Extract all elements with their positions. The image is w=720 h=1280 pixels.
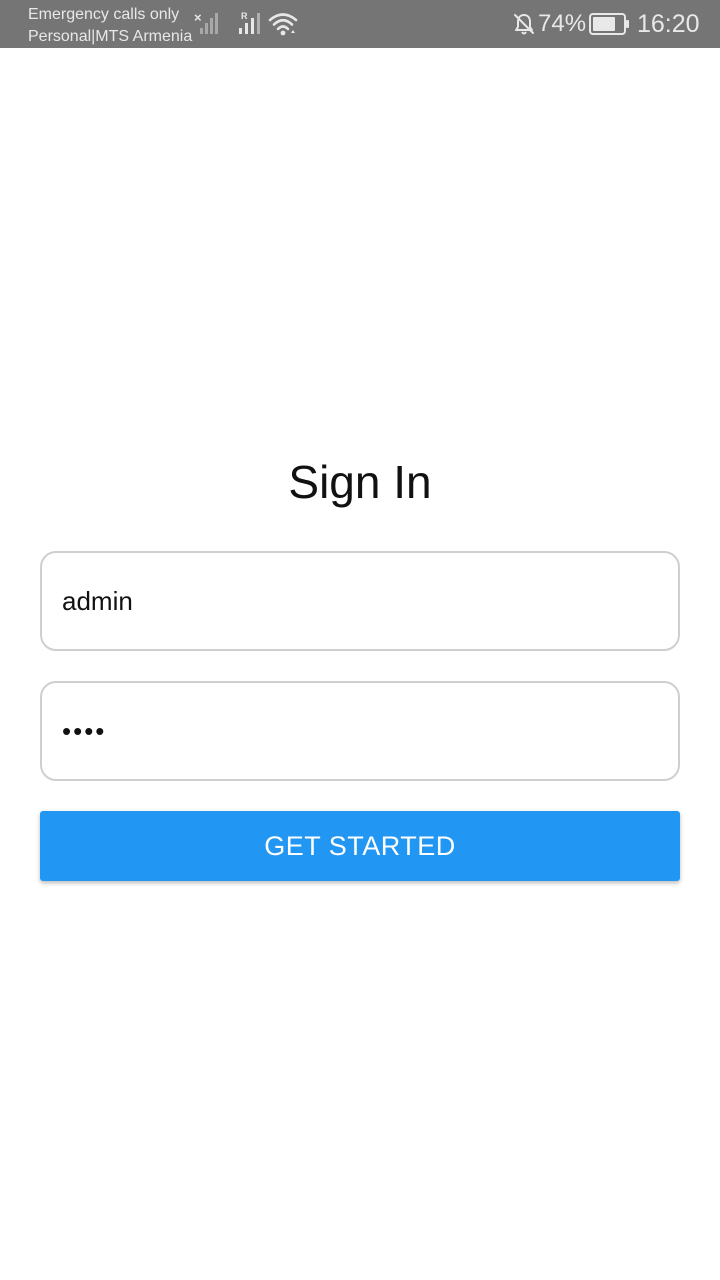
signal-no-service-icon: × — [194, 10, 218, 34]
get-started-button[interactable]: GET STARTED — [40, 811, 680, 881]
sign-in-screen: Emergency calls only Personal|MTS Armeni… — [0, 0, 720, 1280]
password-input[interactable] — [40, 681, 680, 781]
no-service-mark: × — [194, 10, 202, 25]
battery-percent: 74% — [538, 10, 587, 37]
carrier-info: Emergency calls only Personal|MTS Armeni… — [28, 4, 192, 48]
status-bar: Emergency calls only Personal|MTS Armeni… — [0, 0, 720, 48]
page-title: Sign In — [288, 456, 432, 508]
carrier-line-1: Emergency calls only — [28, 6, 180, 23]
battery-icon — [589, 13, 629, 35]
carrier-line-2: Personal|MTS Armenia — [28, 28, 193, 45]
signal-roaming-icon: R — [239, 11, 260, 34]
clock: 16:20 — [637, 10, 700, 38]
username-input[interactable] — [40, 551, 680, 651]
roaming-mark: R — [241, 11, 248, 21]
wifi-icon — [268, 13, 298, 36]
bell-off-icon — [514, 14, 534, 35]
